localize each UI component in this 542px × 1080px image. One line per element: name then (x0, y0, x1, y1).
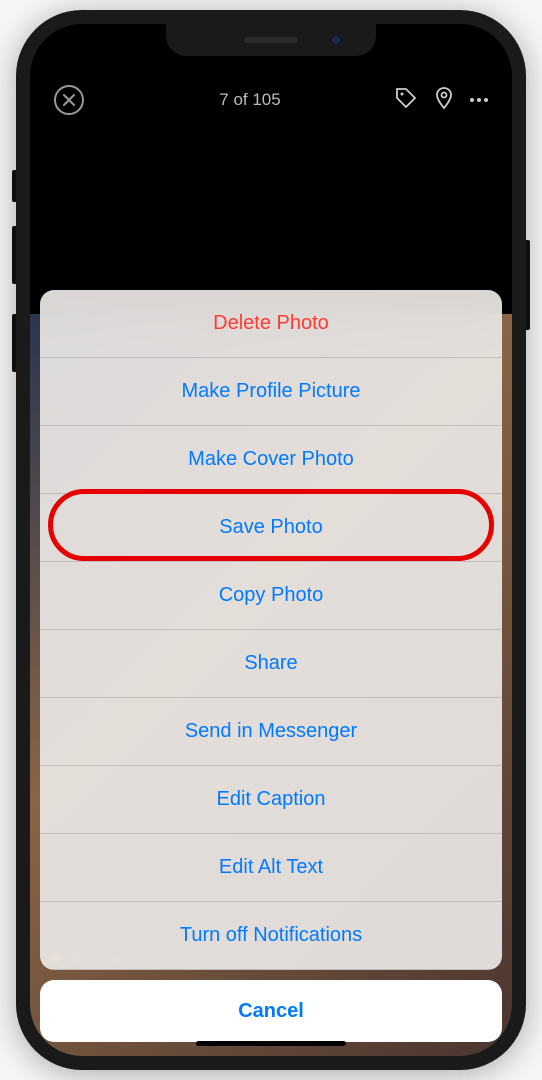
action-label: Send in Messenger (185, 720, 357, 743)
location-icon (432, 86, 456, 110)
make-profile-picture-button[interactable]: Make Profile Picture (40, 358, 502, 426)
location-button[interactable] (432, 86, 456, 115)
action-sheet: Delete Photo Make Profile Picture Make C… (40, 290, 502, 970)
action-label: Edit Alt Text (219, 856, 323, 879)
screen: 7 of 105 (30, 24, 512, 1056)
save-photo-button[interactable]: Save Photo (40, 494, 502, 562)
tag-icon (394, 86, 418, 110)
photo-viewer-header: 7 of 105 (30, 78, 512, 122)
action-label: Make Cover Photo (188, 448, 354, 471)
edit-caption-button[interactable]: Edit Caption (40, 766, 502, 834)
close-button[interactable] (54, 85, 84, 115)
action-label: Make Profile Picture (182, 380, 361, 403)
action-sheet-container: Delete Photo Make Profile Picture Make C… (30, 290, 512, 1056)
action-label: Copy Photo (219, 584, 324, 607)
notch (166, 24, 376, 56)
edit-alt-text-button[interactable]: Edit Alt Text (40, 834, 502, 902)
turn-off-notifications-button[interactable]: Turn off Notifications (40, 902, 502, 970)
phone-side-buttons-left (12, 170, 16, 402)
speaker-grille (244, 37, 298, 43)
action-label: Turn off Notifications (180, 924, 362, 947)
photo-counter: 7 of 105 (84, 90, 394, 110)
copy-photo-button[interactable]: Copy Photo (40, 562, 502, 630)
action-label: Edit Caption (217, 788, 326, 811)
action-label: Share (244, 652, 297, 675)
phone-side-buttons-right (526, 240, 530, 330)
front-camera (331, 35, 341, 45)
delete-photo-button[interactable]: Delete Photo (40, 290, 502, 358)
more-icon (470, 98, 474, 102)
share-button[interactable]: Share (40, 630, 502, 698)
more-options-button[interactable] (470, 98, 488, 102)
tag-button[interactable] (394, 86, 418, 115)
action-label: Delete Photo (213, 312, 329, 335)
close-icon (63, 94, 75, 106)
home-indicator[interactable] (196, 1041, 346, 1046)
make-cover-photo-button[interactable]: Make Cover Photo (40, 426, 502, 494)
send-messenger-button[interactable]: Send in Messenger (40, 698, 502, 766)
phone-frame: 7 of 105 (16, 10, 526, 1070)
action-label: Save Photo (219, 516, 322, 539)
cancel-button[interactable]: Cancel (40, 980, 502, 1042)
cancel-label: Cancel (238, 1000, 304, 1023)
